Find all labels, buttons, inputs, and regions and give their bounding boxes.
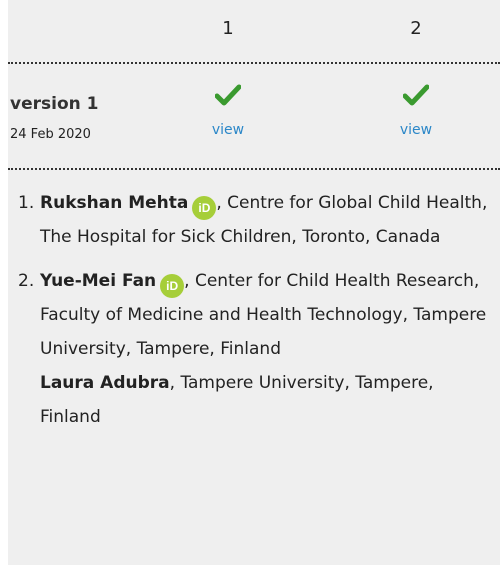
check-icon <box>215 84 241 106</box>
reviewer-item: 1. Rukshan Mehta iD, Centre for Global Chi… <box>18 186 498 254</box>
version-title: version 1 <box>10 94 99 114</box>
list-number: 2. <box>18 271 35 291</box>
reviewer-column-1: 1 <box>222 18 234 39</box>
view-report-link-1[interactable]: view <box>198 122 258 138</box>
orcid-icon[interactable]: iD <box>192 196 217 220</box>
check-icon <box>403 84 429 106</box>
co-reviewer-name[interactable]: Laura Adubra <box>40 373 170 393</box>
divider <box>8 62 500 64</box>
divider <box>8 168 500 170</box>
co-reviewer: Laura Adubra, Tampere University, Tamper… <box>18 366 498 434</box>
reviewer-list: 1. Rukshan Mehta iD, Centre for Global Chi… <box>18 186 498 434</box>
reviewer-column-2: 2 <box>410 18 422 39</box>
reviewer-header-row: 1 2 <box>8 0 500 63</box>
version-date: 24 Feb 2020 <box>10 127 91 142</box>
reviewer-name[interactable]: Yue-Mei Fan <box>40 271 156 291</box>
reviewer-status-panel: 1 2 version 1 24 Feb 2020 view view 1. Ru… <box>8 0 500 565</box>
reviewer-name[interactable]: Rukshan Mehta <box>40 193 188 213</box>
list-number: 1. <box>18 193 35 213</box>
orcid-icon[interactable]: iD <box>160 274 185 298</box>
reviewer-item: 2. Yue-Mei Fan iD, Center for Child Health… <box>18 264 498 366</box>
view-report-link-2[interactable]: view <box>386 122 446 138</box>
